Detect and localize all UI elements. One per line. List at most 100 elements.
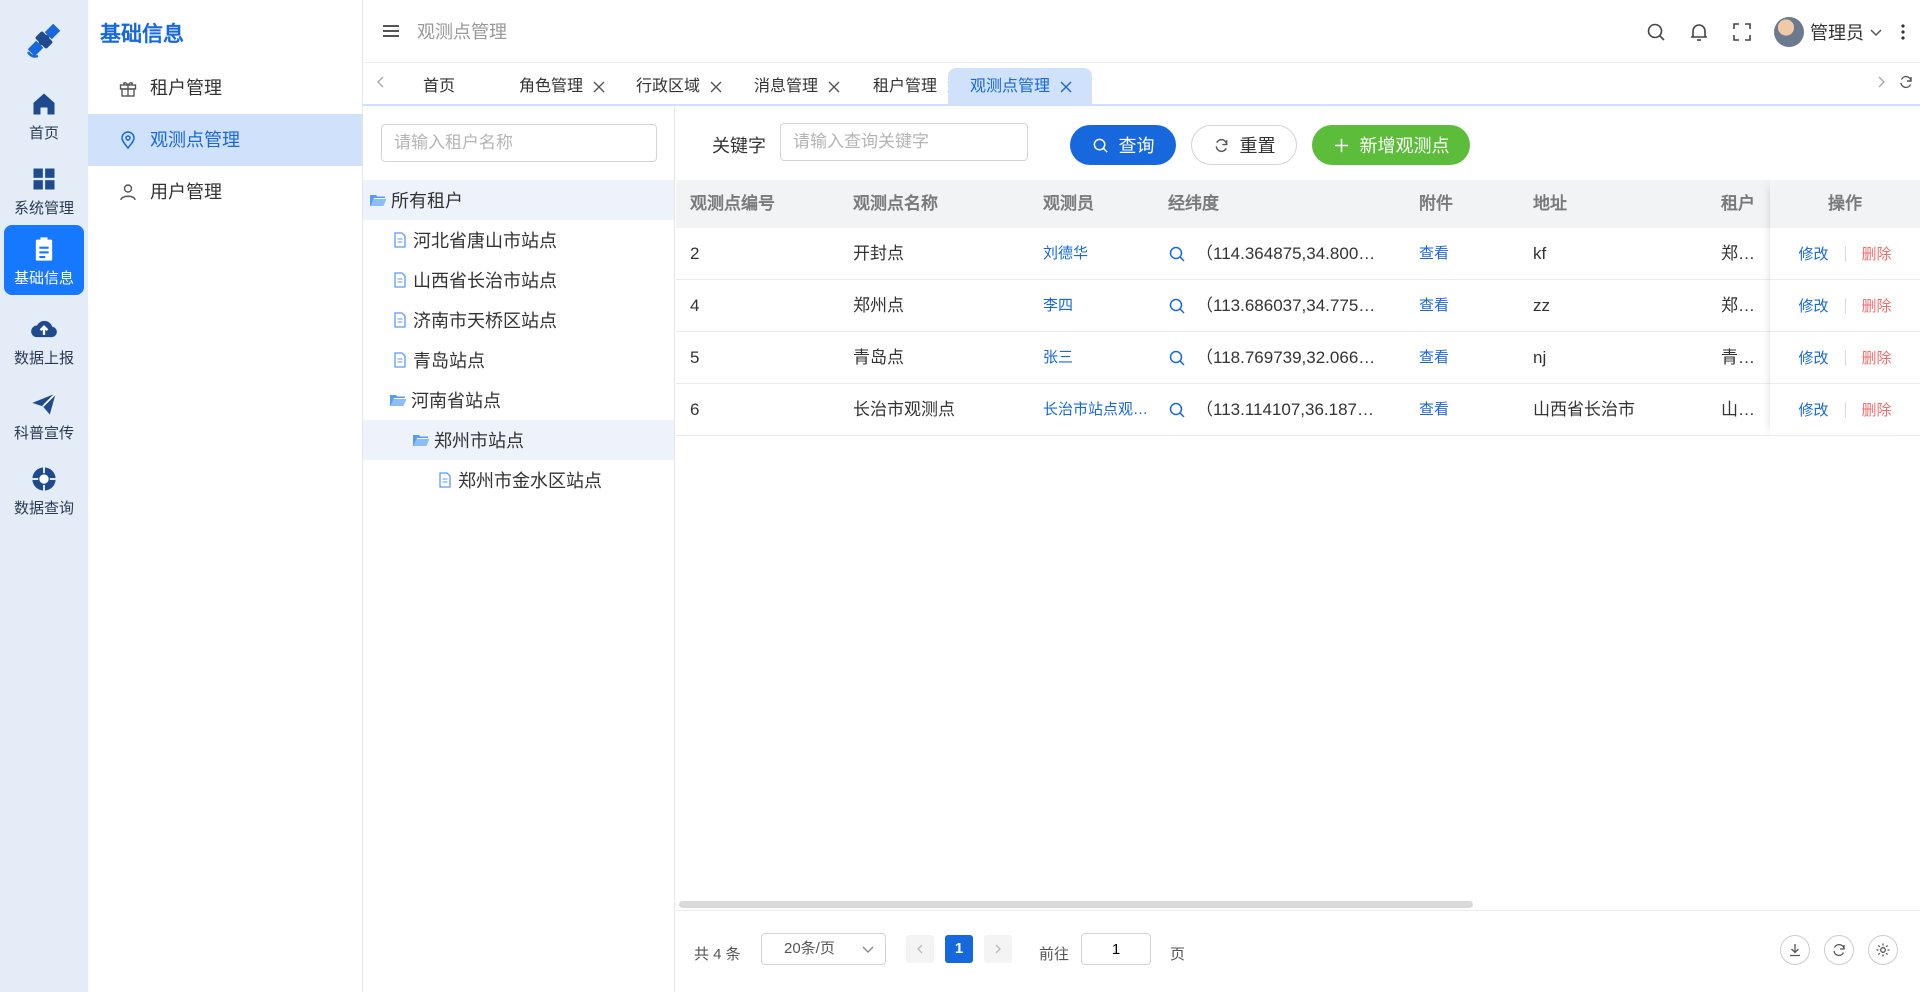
tree-node[interactable]: 青岛站点 [363, 340, 674, 380]
cell-attachment-link[interactable]: 查看 [1405, 280, 1519, 332]
avatar[interactable] [1774, 16, 1804, 47]
chevron-left-icon [917, 944, 923, 954]
rail-item-system[interactable]: 系统管理 [4, 155, 84, 225]
tree-node-label: 河北省唐山市站点 [413, 231, 557, 251]
tenant-search-input[interactable] [381, 124, 657, 162]
edit-link[interactable]: 修改 [1798, 399, 1828, 420]
keyword-label: 关键字 [712, 136, 766, 156]
keyword-input[interactable] [780, 123, 1028, 161]
rail-item-basic-info[interactable]: 基础信息 [4, 225, 84, 295]
refresh-icon[interactable] [1898, 74, 1914, 90]
tree-node[interactable]: 济南市天桥区站点 [363, 300, 674, 340]
search-icon[interactable] [1168, 349, 1186, 367]
document-icon [394, 312, 406, 328]
tree-node[interactable]: 所有租户 [363, 180, 674, 220]
rail-item-home[interactable]: 首页 [4, 80, 84, 150]
delete-link[interactable]: 删除 [1862, 347, 1892, 368]
close-icon[interactable] [828, 81, 840, 93]
tab-message-management[interactable]: 消息管理 [732, 68, 860, 106]
home-icon [33, 93, 55, 115]
rail-item-data-report[interactable]: 数据上报 [4, 305, 84, 375]
search-icon[interactable] [1168, 401, 1186, 419]
tab-label: 观测点管理 [970, 78, 1051, 95]
tab-admin-region[interactable]: 行政区域 [614, 68, 742, 106]
tree-node[interactable]: 河北省唐山市站点 [363, 220, 674, 260]
reset-button[interactable]: 重置 [1191, 125, 1297, 165]
cell-attachment-link[interactable]: 查看 [1405, 228, 1519, 280]
more-vertical-icon[interactable] [1900, 23, 1906, 41]
submenu-item-label: 用户管理 [150, 182, 222, 202]
tree-node[interactable]: 郑州市金水区站点 [363, 460, 674, 500]
tree-node[interactable]: 山西省长治市站点 [363, 260, 674, 300]
delete-link[interactable]: 删除 [1862, 295, 1892, 316]
column-header: 地址 [1533, 194, 1567, 213]
search-icon[interactable] [1168, 297, 1186, 315]
search-icon[interactable] [1645, 21, 1667, 43]
close-icon[interactable] [593, 81, 605, 93]
rail-item-label: 科普宣传 [13, 425, 74, 442]
divider [1844, 349, 1846, 366]
cell-attachment-link[interactable]: 查看 [1405, 332, 1519, 384]
row-actions: 修改 删除 [1770, 228, 1920, 280]
rail-item-promotion[interactable]: 科普宣传 [4, 380, 84, 450]
document-icon [394, 352, 406, 368]
rail-item-data-query[interactable]: 数据查询 [4, 455, 84, 525]
rail-item-label: 数据上报 [13, 350, 74, 367]
tab-role-management[interactable]: 角色管理 [497, 68, 625, 106]
search-icon[interactable] [1168, 245, 1186, 263]
column-header: 附件 [1419, 194, 1453, 213]
cell-name: 开封点 [853, 244, 904, 263]
coords-text: （118.769739,32.066… [1196, 348, 1376, 367]
row-actions: 修改 删除 [1770, 332, 1920, 384]
fullscreen-icon[interactable] [1731, 21, 1753, 43]
cell-observer-link[interactable]: 李四 [1029, 280, 1154, 332]
tabs-scroll-right-icon[interactable] [1873, 74, 1889, 90]
cell-observer-link[interactable]: 长治市站点观测员 [1029, 384, 1154, 436]
cell-attachment-link[interactable]: 查看 [1405, 384, 1519, 436]
export-button[interactable] [1780, 935, 1810, 965]
tab-label: 角色管理 [519, 78, 584, 95]
delete-link[interactable]: 删除 [1862, 399, 1892, 420]
prev-page-button[interactable] [906, 935, 934, 963]
tree-node-label: 郑州市站点 [434, 431, 524, 451]
username[interactable]: 管理员 [1810, 19, 1864, 45]
query-button[interactable]: 查询 [1070, 125, 1176, 165]
edit-link[interactable]: 修改 [1798, 295, 1828, 316]
table-row: 4 郑州点 李四 （113.686037,34.775… 查看 zz 郑州市站点 [676, 280, 1920, 332]
close-icon[interactable] [1060, 81, 1072, 93]
secondary-menu: 基础信息 租户管理 观测点管理 用户管理 [88, 0, 363, 992]
edit-link[interactable]: 修改 [1798, 347, 1828, 368]
tree-node[interactable]: 郑州市站点 [363, 420, 674, 460]
delete-link[interactable]: 删除 [1862, 243, 1892, 264]
cell-observer-link[interactable]: 刘德华 [1029, 228, 1154, 280]
tab-home[interactable]: 首页 [401, 68, 475, 106]
cell-observer-link[interactable]: 张三 [1029, 332, 1154, 384]
tree-node[interactable]: 河南省站点 [363, 380, 674, 420]
current-page-button[interactable]: 1 [945, 935, 973, 963]
tab-label: 行政区域 [636, 78, 701, 95]
paper-plane-icon [32, 392, 57, 415]
submenu-item-tenant[interactable]: 租户管理 [88, 62, 362, 114]
table-settings-button[interactable] [1868, 935, 1898, 965]
add-observation-point-button[interactable]: 新增观测点 [1312, 125, 1470, 165]
refresh-table-button[interactable] [1824, 935, 1854, 965]
tab-observation-point[interactable]: 观测点管理 [948, 68, 1093, 106]
tabs-bar: 首页 角色管理 行政区域 消息管理 租户管理 观测点管理 [363, 64, 1920, 106]
clipboard-icon [35, 237, 53, 261]
horizontal-scrollbar[interactable] [679, 901, 1473, 908]
page-size-select[interactable]: 20条/页 [761, 933, 886, 965]
cell-coords: （113.686037,34.775… [1154, 280, 1405, 332]
close-icon[interactable] [710, 81, 722, 93]
submenu-item-user[interactable]: 用户管理 [88, 166, 362, 218]
edit-link[interactable]: 修改 [1798, 243, 1828, 264]
submenu-item-observation-point[interactable]: 观测点管理 [88, 114, 362, 166]
cell-address: kf [1533, 244, 1547, 263]
tab-label: 消息管理 [754, 78, 819, 95]
chevron-down-icon[interactable] [1868, 24, 1884, 40]
bell-icon[interactable] [1688, 21, 1710, 43]
tabs-scroll-left-icon[interactable] [373, 74, 389, 90]
cell-coords: （118.769739,32.066… [1154, 332, 1405, 384]
next-page-button[interactable] [984, 935, 1012, 963]
hamburger-menu-icon[interactable] [381, 21, 401, 41]
goto-page-input[interactable] [1081, 933, 1151, 965]
